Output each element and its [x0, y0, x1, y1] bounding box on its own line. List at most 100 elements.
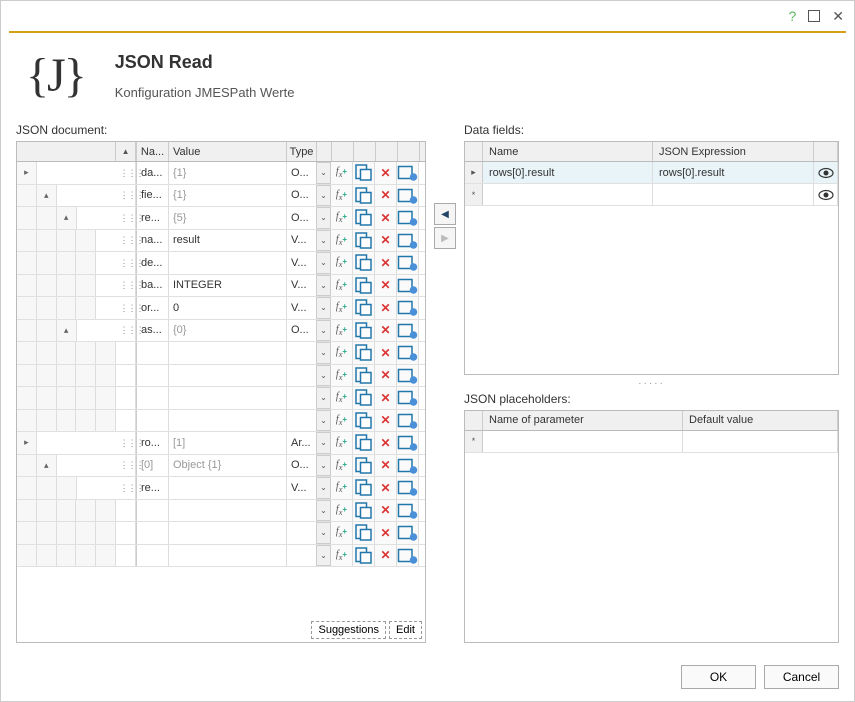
node-value[interactable]: Object {1} — [169, 455, 287, 477]
fx-button[interactable]: fx+ — [331, 455, 353, 477]
tree-row[interactable]: ▴as...{0}O...⌄fx+✕ — [17, 320, 425, 343]
ph-default-cell[interactable] — [683, 431, 838, 452]
help-icon[interactable]: ? — [788, 8, 796, 24]
fx-button[interactable]: fx+ — [331, 365, 353, 387]
fx-button[interactable]: fx+ — [331, 387, 353, 409]
tree-row[interactable]: ⌄fx+ ✕ — [17, 387, 425, 410]
copy-button[interactable] — [353, 500, 375, 522]
type-dropdown[interactable]: ⌄ — [316, 500, 331, 522]
delete-button[interactable]: ✕ — [375, 342, 397, 364]
ph-default-header[interactable]: Default value — [683, 411, 838, 430]
expand-toggle[interactable]: ▸ — [17, 432, 37, 454]
advanced-button[interactable] — [397, 207, 419, 229]
type-dropdown[interactable]: ⌄ — [316, 342, 331, 364]
delete-button[interactable]: ✕ — [375, 545, 397, 567]
type-dropdown[interactable]: ⌄ — [316, 297, 331, 319]
type-dropdown[interactable]: ⌄ — [316, 522, 331, 544]
expand-toggle[interactable]: ▸ — [17, 162, 37, 184]
tree-row[interactable]: ⌄fx+ ✕ — [17, 410, 425, 433]
advanced-button[interactable] — [397, 545, 419, 567]
fx-button[interactable]: fx+ — [331, 230, 353, 252]
type-dropdown[interactable]: ⌄ — [316, 545, 331, 567]
edit-button[interactable]: Edit — [389, 621, 422, 639]
tree-row[interactable]: ba...INTEGERV...⌄fx+✕ — [17, 275, 425, 298]
type-dropdown[interactable]: ⌄ — [316, 162, 331, 184]
fx-button[interactable]: fx+ — [331, 410, 353, 432]
fx-button[interactable]: fx+ — [331, 207, 353, 229]
advanced-button[interactable] — [397, 342, 419, 364]
copy-button[interactable] — [353, 410, 375, 432]
fx-button[interactable]: fx+ — [331, 275, 353, 297]
delete-button[interactable]: ✕ — [375, 297, 397, 319]
type-dropdown[interactable]: ⌄ — [316, 320, 331, 342]
cancel-button[interactable]: Cancel — [764, 665, 839, 689]
type-dropdown[interactable]: ⌄ — [316, 455, 331, 477]
data-field-row[interactable]: * — [465, 184, 838, 206]
advanced-button[interactable] — [397, 455, 419, 477]
delete-button[interactable]: ✕ — [375, 162, 397, 184]
delete-button[interactable]: ✕ — [375, 387, 397, 409]
tree-row[interactable]: ⌄fx+✕ — [17, 365, 425, 388]
delete-button[interactable]: ✕ — [375, 455, 397, 477]
delete-button[interactable]: ✕ — [375, 410, 397, 432]
tree-row[interactable]: or...0V...⌄fx+✕ — [17, 297, 425, 320]
node-value[interactable] — [169, 500, 287, 522]
node-value[interactable]: {5} — [169, 207, 287, 229]
copy-button[interactable] — [353, 185, 375, 207]
fx-button[interactable]: fx+ — [331, 162, 353, 184]
advanced-button[interactable] — [397, 432, 419, 454]
tree-row[interactable]: ⌄fx+ ✕ — [17, 545, 425, 568]
type-dropdown[interactable]: ⌄ — [316, 477, 331, 499]
node-value[interactable]: INTEGER — [169, 275, 287, 297]
tree-row[interactable]: ▴fie...{1}O...⌄fx+✕ — [17, 185, 425, 208]
node-value[interactable] — [169, 252, 287, 274]
node-value[interactable] — [169, 477, 287, 499]
tree-row[interactable]: ⌄fx+✕ — [17, 500, 425, 523]
advanced-button[interactable] — [397, 522, 419, 544]
advanced-button[interactable] — [397, 162, 419, 184]
type-dropdown[interactable]: ⌄ — [316, 207, 331, 229]
node-value[interactable]: {0} — [169, 320, 287, 342]
advanced-button[interactable] — [397, 387, 419, 409]
col-name-header[interactable]: Na... — [137, 142, 169, 161]
copy-button[interactable] — [353, 207, 375, 229]
advanced-button[interactable] — [397, 297, 419, 319]
copy-button[interactable] — [353, 455, 375, 477]
fx-button[interactable]: fx+ — [331, 297, 353, 319]
ph-name-header[interactable]: Name of parameter — [483, 411, 683, 430]
splitter-handle[interactable]: ····· — [464, 375, 839, 392]
advanced-button[interactable] — [397, 252, 419, 274]
df-name-cell[interactable] — [483, 184, 653, 205]
visibility-toggle[interactable] — [814, 162, 838, 183]
delete-button[interactable]: ✕ — [375, 365, 397, 387]
type-dropdown[interactable]: ⌄ — [316, 387, 331, 409]
node-value[interactable]: {1} — [169, 162, 287, 184]
node-value[interactable] — [169, 342, 287, 364]
expand-toggle[interactable]: ▴ — [57, 320, 77, 342]
fx-button[interactable]: fx+ — [331, 252, 353, 274]
advanced-button[interactable] — [397, 500, 419, 522]
fx-button[interactable]: fx+ — [331, 477, 353, 499]
arrow-right-button[interactable]: ▶ — [434, 227, 456, 249]
advanced-button[interactable] — [397, 320, 419, 342]
tree-row[interactable]: ▸ro...[1]Ar...⌄fx+✕ — [17, 432, 425, 455]
type-dropdown[interactable]: ⌄ — [316, 275, 331, 297]
df-expr-cell[interactable] — [653, 184, 814, 205]
sort-arrow-icon[interactable]: ▲ — [122, 147, 130, 156]
copy-button[interactable] — [353, 252, 375, 274]
tree-row[interactable]: ⌄fx+✕ — [17, 522, 425, 545]
fx-button[interactable]: fx+ — [331, 545, 353, 567]
copy-button[interactable] — [353, 162, 375, 184]
node-value[interactable]: 0 — [169, 297, 287, 319]
type-dropdown[interactable]: ⌄ — [316, 432, 331, 454]
delete-button[interactable]: ✕ — [375, 432, 397, 454]
node-value[interactable] — [169, 365, 287, 387]
copy-button[interactable] — [353, 297, 375, 319]
maximize-button[interactable] — [808, 10, 820, 22]
type-dropdown[interactable]: ⌄ — [316, 410, 331, 432]
copy-button[interactable] — [353, 342, 375, 364]
copy-button[interactable] — [353, 522, 375, 544]
copy-button[interactable] — [353, 545, 375, 567]
copy-button[interactable] — [353, 432, 375, 454]
df-name-header[interactable]: Name — [483, 142, 653, 161]
